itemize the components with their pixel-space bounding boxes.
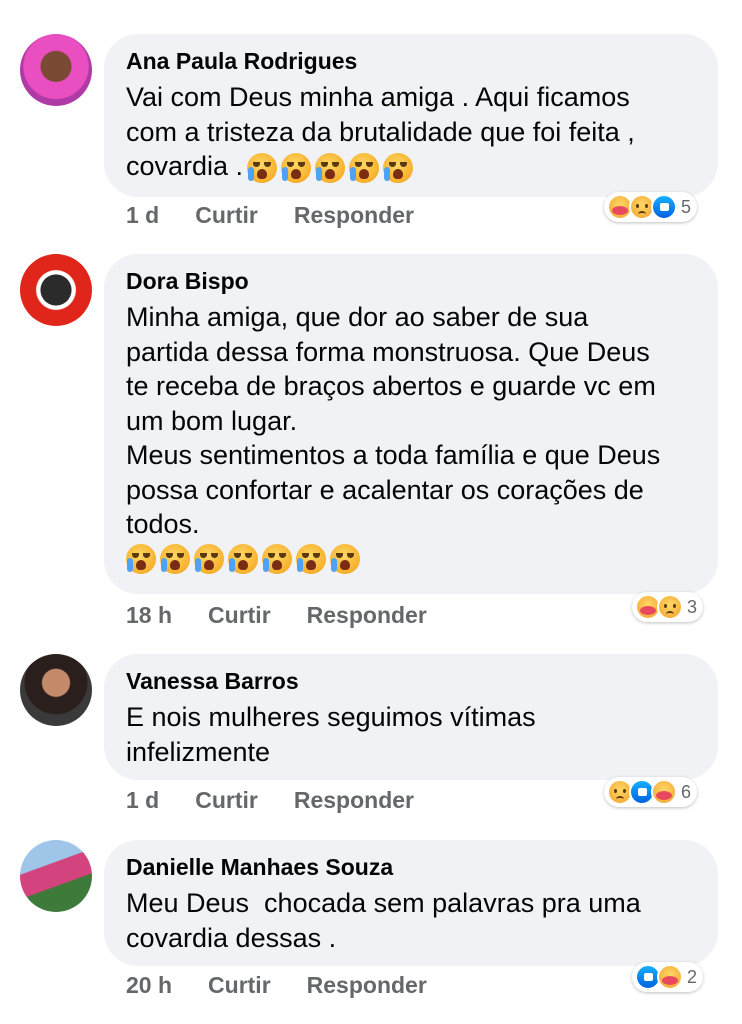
timestamp[interactable]: 1 d [126,202,159,229]
crying-emoji-row [247,152,414,183]
comment-author[interactable]: Vanessa Barros [126,666,696,696]
like-button[interactable]: Curtir [208,602,271,629]
reaction-summary[interactable]: 6 [604,777,698,807]
timestamp[interactable]: 1 d [126,787,159,814]
avatar[interactable] [20,34,92,106]
avatar[interactable] [20,840,92,912]
sad-reaction-icon [657,594,683,620]
comment-text: Minha amiga, que dor ao saber de sua par… [126,302,661,539]
comment-bubble: Ana Paula Rodrigues Vai com Deus minha a… [104,34,718,197]
comment-text: E nois mulheres seguimos vítimas infeliz… [126,702,536,767]
timestamp[interactable]: 18 h [126,602,172,629]
crying-emoji-row [126,543,360,574]
reaction-count: 5 [681,196,692,217]
loudly-crying-face-icon [330,543,360,574]
like-reaction-icon [651,194,677,220]
comment-bubble: Dora Bispo Minha amiga, que dor ao saber… [104,254,718,594]
reaction-count: 3 [687,596,698,617]
care-reaction-icon [657,964,683,990]
reaction-count: 2 [687,966,698,987]
comment-actions: 18 h Curtir Responder [126,602,427,629]
comment-bubble: Danielle Manhaes Souza Meu Deus chocada … [104,840,718,966]
comment-author[interactable]: Dora Bispo [126,266,696,296]
loudly-crying-face-icon [349,152,380,183]
like-button[interactable]: Curtir [195,202,258,229]
like-button[interactable]: Curtir [208,972,271,999]
loudly-crying-face-icon [126,543,156,574]
loudly-crying-face-icon [296,543,326,574]
like-button[interactable]: Curtir [195,787,258,814]
avatar[interactable] [20,254,92,326]
comment-author[interactable]: Ana Paula Rodrigues [126,46,696,76]
reply-button[interactable]: Responder [294,787,414,814]
reaction-summary[interactable]: 2 [632,962,704,992]
care-reaction-icon [651,779,677,805]
reaction-summary[interactable]: 5 [604,192,698,222]
timestamp[interactable]: 20 h [126,972,172,999]
loudly-crying-face-icon [383,152,414,183]
comment-actions: 1 d Curtir Responder [126,202,414,229]
reply-button[interactable]: Responder [294,202,414,229]
comment-text: Meu Deus chocada sem palavras pra uma co… [126,888,641,953]
comment-actions: 1 d Curtir Responder [126,787,414,814]
reaction-count: 6 [681,781,692,802]
loudly-crying-face-icon [281,152,312,183]
loudly-crying-face-icon [262,543,292,574]
comment-bubble: Vanessa Barros E nois mulheres seguimos … [104,654,718,780]
comment-actions: 20 h Curtir Responder [126,972,427,999]
comment-author[interactable]: Danielle Manhaes Souza [126,852,696,882]
loudly-crying-face-icon [160,543,190,574]
loudly-crying-face-icon [228,543,258,574]
reaction-summary[interactable]: 3 [632,592,704,622]
reply-button[interactable]: Responder [307,602,427,629]
reply-button[interactable]: Responder [307,972,427,999]
loudly-crying-face-icon [194,543,224,574]
loudly-crying-face-icon [247,152,278,183]
comment-text: Vai com Deus minha amiga . Aqui ficamos … [126,82,635,183]
loudly-crying-face-icon [315,152,346,183]
avatar[interactable] [20,654,92,726]
